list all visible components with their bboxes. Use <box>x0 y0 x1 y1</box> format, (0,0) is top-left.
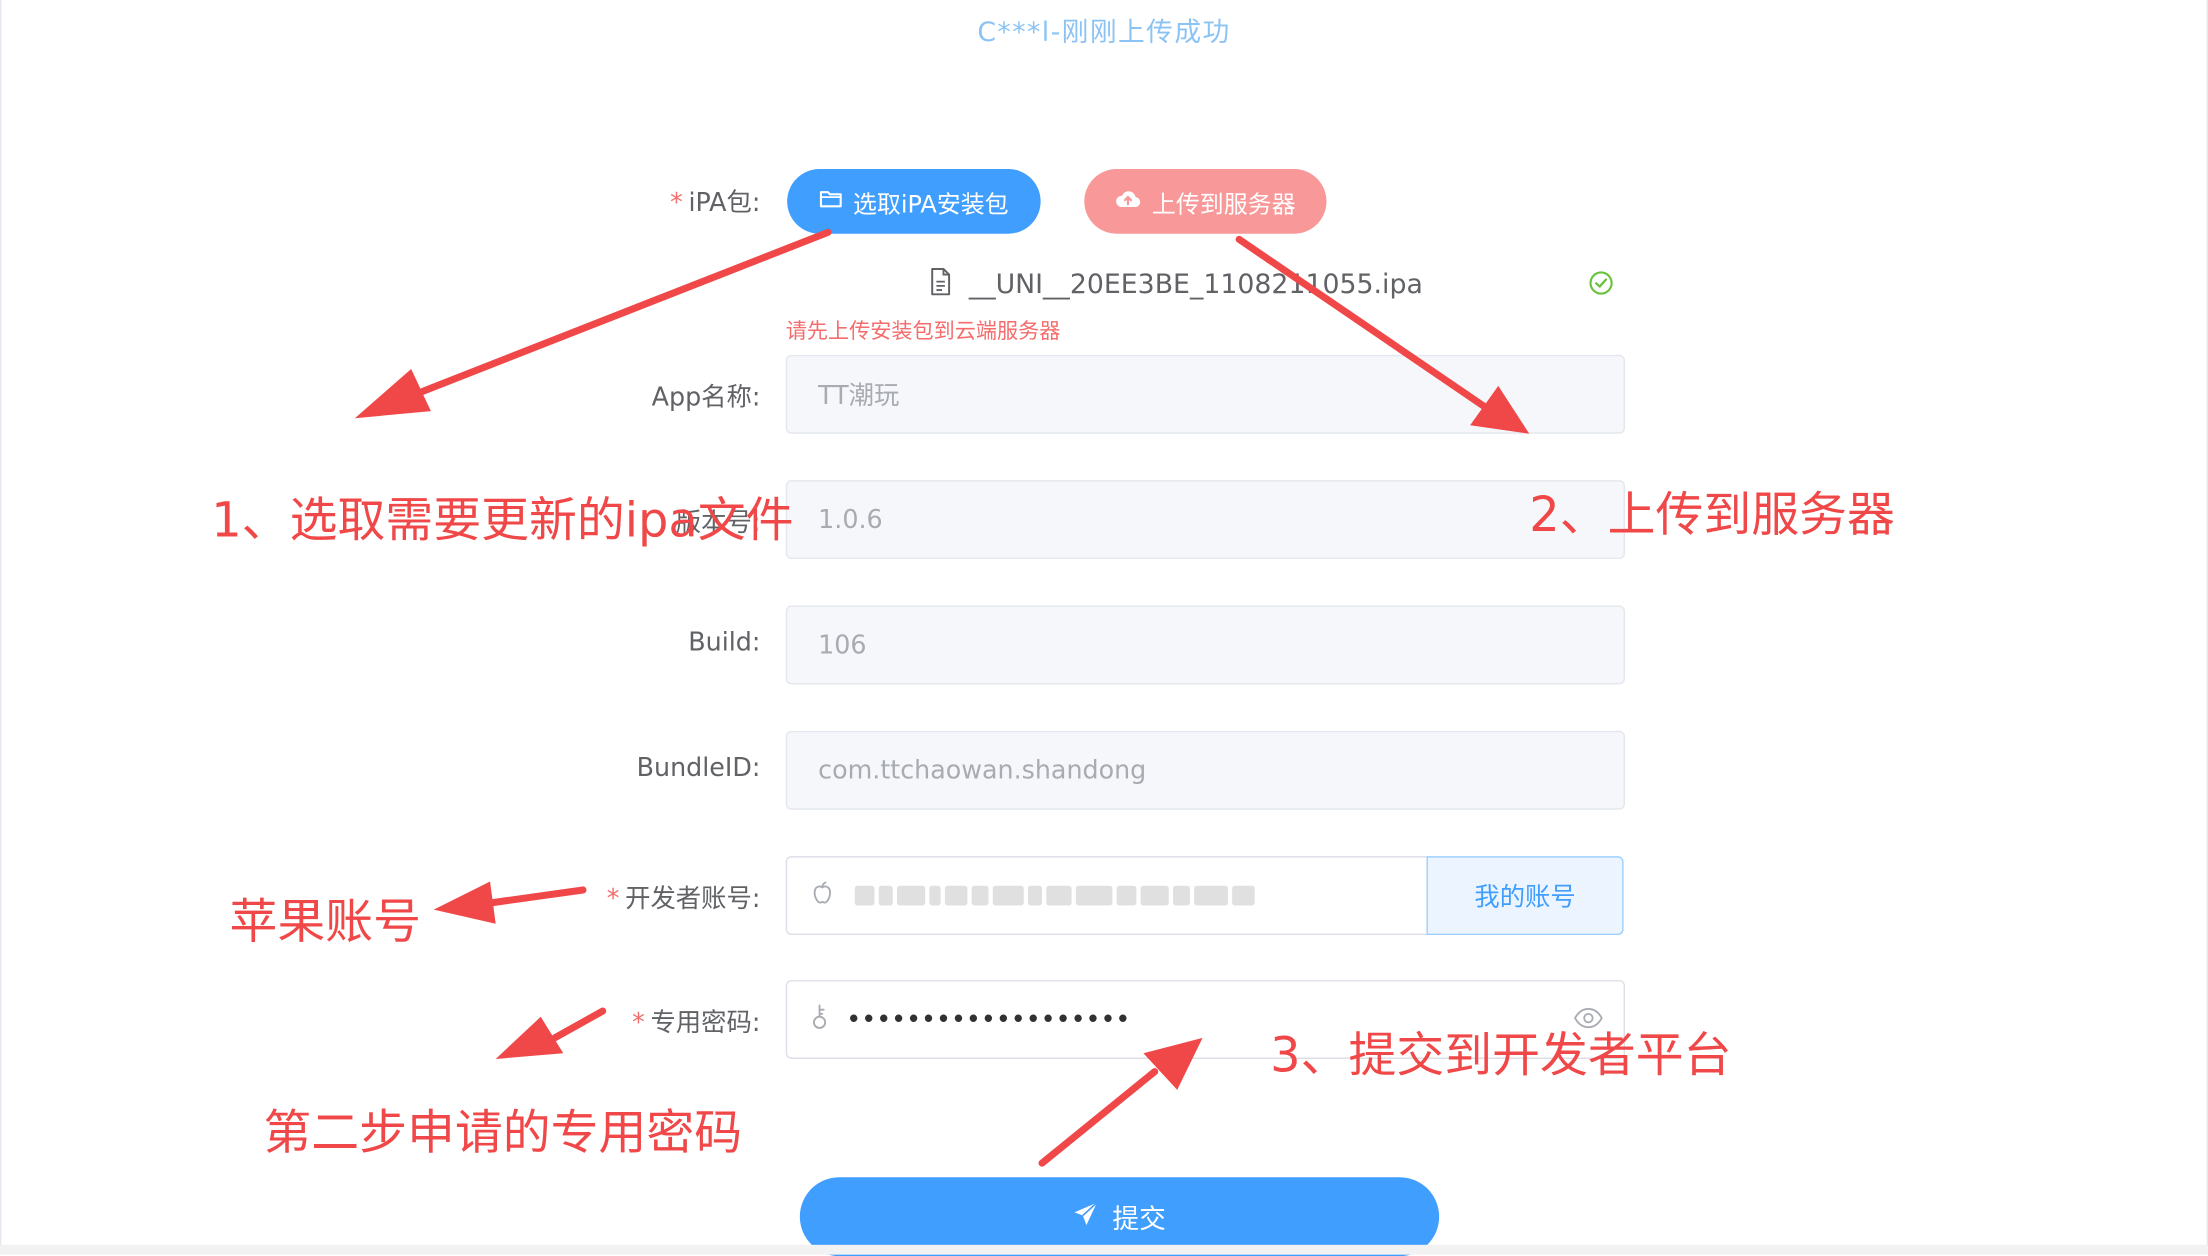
submit-label: 提交 <box>1112 1203 1166 1235</box>
ipa-label-text: iPA包: <box>688 188 761 219</box>
key-icon <box>810 1003 830 1037</box>
dev-account-input[interactable] <box>785 856 1428 936</box>
app-name-value: TT潮玩 <box>818 381 900 412</box>
upload-server-button[interactable]: 上传到服务器 <box>1084 168 1327 234</box>
select-ipa-label: 选取iPA安装包 <box>852 190 1009 219</box>
select-ipa-button[interactable]: 选取iPA安装包 <box>787 168 1041 234</box>
my-account-button[interactable]: 我的账号 <box>1426 856 1624 936</box>
build-input[interactable]: 106 <box>785 605 1626 685</box>
annotation-step2: 2、上传到服务器 <box>1529 487 1895 544</box>
version-value: 1.0.6 <box>818 504 883 535</box>
required-mark: * <box>670 188 683 219</box>
dev-account-label-text: 开发者账号: <box>625 884 761 914</box>
send-icon <box>1073 1200 1098 1232</box>
build-label: Build: <box>688 628 761 658</box>
document-icon <box>929 267 952 302</box>
annotation-apple-account: 苹果账号 <box>229 894 422 951</box>
app-name-label: App名称: <box>651 383 761 413</box>
bottom-strip <box>0 1244 2208 1255</box>
password-label: * 专用密码: <box>632 1003 760 1040</box>
upload-server-label: 上传到服务器 <box>1151 190 1296 219</box>
app-name-input[interactable]: TT潮玩 <box>785 354 1626 434</box>
required-mark: * <box>632 1008 645 1038</box>
password-label-text: 专用密码: <box>650 1008 761 1038</box>
bundle-id-input[interactable]: com.ttchaowan.shandong <box>785 730 1626 810</box>
password-value: ••••••••••••••••••• <box>846 1004 1131 1035</box>
dev-account-label: * 开发者账号: <box>607 879 761 916</box>
stage: C***l-刚刚上传成功 * iPA包: 选取iPA安装包 上传到服务器 __UN… <box>0 0 2208 1256</box>
ipa-label: * iPA包: <box>670 183 760 220</box>
apple-icon <box>810 880 835 911</box>
annotation-password-note: 第二步申请的专用密码 <box>263 1105 743 1162</box>
annotation-step1: 1、选取需要更新的ipa文件 <box>211 492 794 550</box>
annotation-step3: 3、提交到开发者平台 <box>1270 1027 1732 1085</box>
bundle-id-value: com.ttchaowan.shandong <box>818 755 1147 786</box>
version-input[interactable]: 1.0.6 <box>785 480 1626 560</box>
page-title: C***l-刚刚上传成功 <box>977 16 1231 48</box>
account-redacted <box>854 885 1255 906</box>
cloud-upload-icon <box>1115 187 1141 215</box>
bundle-id-label: BundleID: <box>636 753 761 783</box>
check-circle-icon <box>1588 270 1613 302</box>
folder-icon <box>819 187 842 215</box>
required-mark: * <box>606 884 620 914</box>
error-tip: 请先上传安装包到云端服务器 <box>785 318 1061 344</box>
build-value: 106 <box>818 630 867 660</box>
file-name: __UNI__20EE3BE_1108211055.ipa <box>968 268 1423 300</box>
file-item[interactable]: __UNI__20EE3BE_1108211055.ipa <box>929 265 1619 304</box>
